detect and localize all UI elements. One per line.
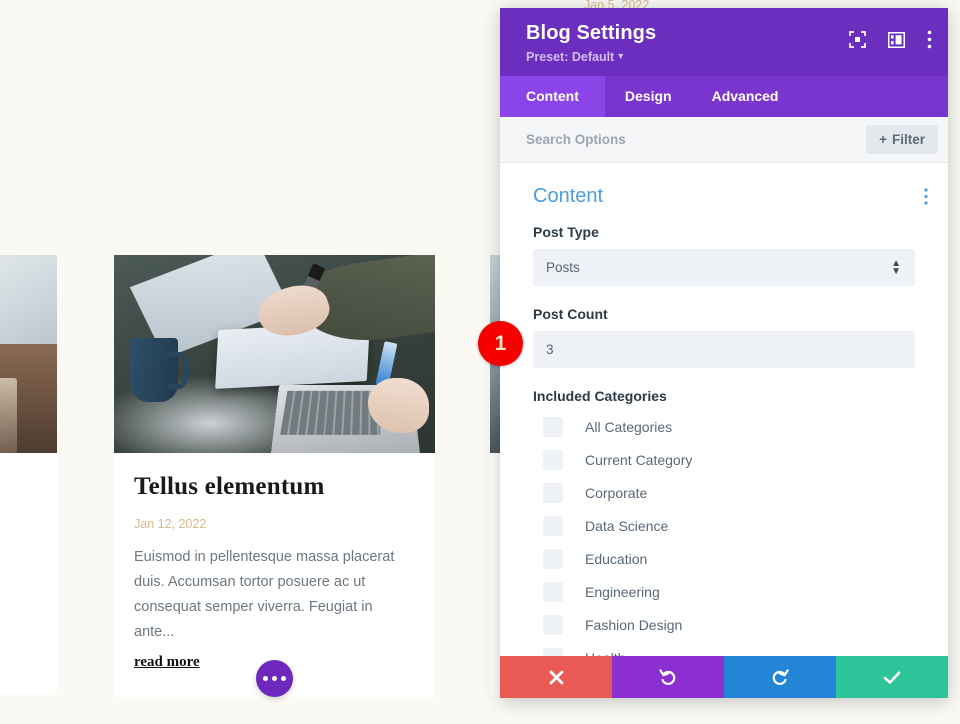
section-title: Content	[533, 185, 604, 207]
checkbox-icon[interactable]	[543, 647, 563, 656]
category-label: Health	[585, 650, 625, 657]
redo-button[interactable]	[724, 656, 836, 698]
undo-icon	[659, 669, 676, 685]
category-row[interactable]: Engineering	[533, 575, 915, 608]
category-label: Corporate	[585, 484, 648, 501]
category-row[interactable]: Data Science	[533, 509, 915, 542]
module-settings-floating-button[interactable]	[256, 660, 293, 697]
more-vertical-icon[interactable]	[927, 30, 932, 49]
blog-settings-modal: Blog Settings Preset: Default ▼ Content …	[500, 8, 948, 698]
settings-scroll-area[interactable]: Content Post Type ▲▼ Post Count Included…	[500, 163, 948, 656]
chevron-down-icon: ▼	[616, 51, 626, 61]
category-row[interactable]: Health	[533, 641, 915, 656]
category-row[interactable]: Current Category	[533, 443, 915, 476]
step-number-label: 1	[494, 331, 507, 355]
field-post-type: Post Type ▲▼	[500, 224, 948, 286]
field-post-count: Post Count	[500, 306, 948, 368]
focus-icon[interactable]	[849, 31, 866, 48]
tab-advanced[interactable]: Advanced	[692, 76, 799, 117]
category-label: Data Science	[585, 517, 669, 534]
modal-header-actions	[849, 30, 932, 49]
blog-card-thumbnail	[0, 255, 57, 453]
check-icon	[883, 671, 901, 684]
plus-icon: +	[879, 132, 887, 147]
more-horizontal-icon	[272, 676, 277, 681]
checkbox-icon[interactable]	[543, 515, 563, 536]
modal-header: Blog Settings Preset: Default ▼	[500, 8, 948, 76]
checkbox-icon[interactable]	[543, 614, 563, 635]
blog-card-thumbnail	[114, 255, 435, 453]
filter-button-label: Filter	[891, 132, 925, 147]
office-photo-image	[0, 255, 57, 453]
close-icon	[549, 670, 563, 684]
blog-card[interactable]: Tellus elementum Jan 12, 2022 Euismod in…	[114, 255, 435, 697]
category-row[interactable]: Fashion Design	[533, 608, 915, 641]
checkbox-icon[interactable]	[543, 416, 563, 437]
category-row[interactable]: All Categories	[533, 410, 915, 443]
category-label: All Categories	[585, 418, 673, 435]
tab-content[interactable]: Content	[500, 76, 605, 117]
checkbox-icon[interactable]	[543, 548, 563, 569]
read-more-link[interactable]: read more	[134, 654, 200, 671]
search-input[interactable]	[526, 132, 826, 147]
cancel-button[interactable]	[500, 656, 612, 698]
preset-label: Preset: Default	[526, 50, 615, 64]
desk-writing-photo-image	[114, 255, 435, 453]
checkbox-icon[interactable]	[543, 449, 563, 470]
post-type-select[interactable]	[533, 249, 915, 286]
section-header: Content	[500, 163, 948, 224]
more-horizontal-icon	[263, 676, 268, 681]
field-included-categories: Included Categories All Categories Curre…	[500, 388, 948, 656]
redo-icon	[772, 669, 789, 685]
modal-tabbar: Content Design Advanced	[500, 76, 948, 117]
post-title: Tellus elementum	[134, 473, 325, 500]
category-label: Fashion Design	[585, 616, 683, 633]
tab-design[interactable]: Design	[605, 76, 692, 117]
post-excerpt: Euismod in pellentesque massa placerat d…	[134, 549, 395, 640]
post-type-label: Post Type	[533, 224, 599, 240]
blog-card-partial-left[interactable]	[0, 255, 57, 695]
more-horizontal-icon	[281, 676, 286, 681]
category-row[interactable]: Corporate	[533, 476, 915, 509]
step-number-badge: 1	[478, 321, 523, 366]
filter-button[interactable]: + Filter	[866, 125, 938, 154]
included-categories-label: Included Categories	[533, 388, 667, 404]
category-label: Current Category	[585, 451, 693, 468]
panel-layout-icon[interactable]	[887, 31, 906, 48]
preset-selector[interactable]: Preset: Default ▼	[526, 50, 926, 64]
search-options-bar: + Filter	[500, 117, 948, 163]
checkbox-icon[interactable]	[543, 482, 563, 503]
modal-footer	[500, 656, 948, 698]
post-count-input[interactable]	[533, 331, 915, 368]
checkbox-icon[interactable]	[543, 581, 563, 602]
blog-post-grid: Tellus elementum Jan 12, 2022 Euismod in…	[0, 0, 550, 724]
post-count-label: Post Count	[533, 306, 608, 322]
save-button[interactable]	[836, 656, 948, 698]
more-vertical-icon[interactable]	[924, 188, 928, 205]
category-row[interactable]: Education	[533, 542, 915, 575]
category-label: Education	[585, 550, 648, 567]
post-date: Jan 12, 2022	[134, 517, 207, 531]
undo-button[interactable]	[612, 656, 724, 698]
category-label: Engineering	[585, 583, 660, 600]
